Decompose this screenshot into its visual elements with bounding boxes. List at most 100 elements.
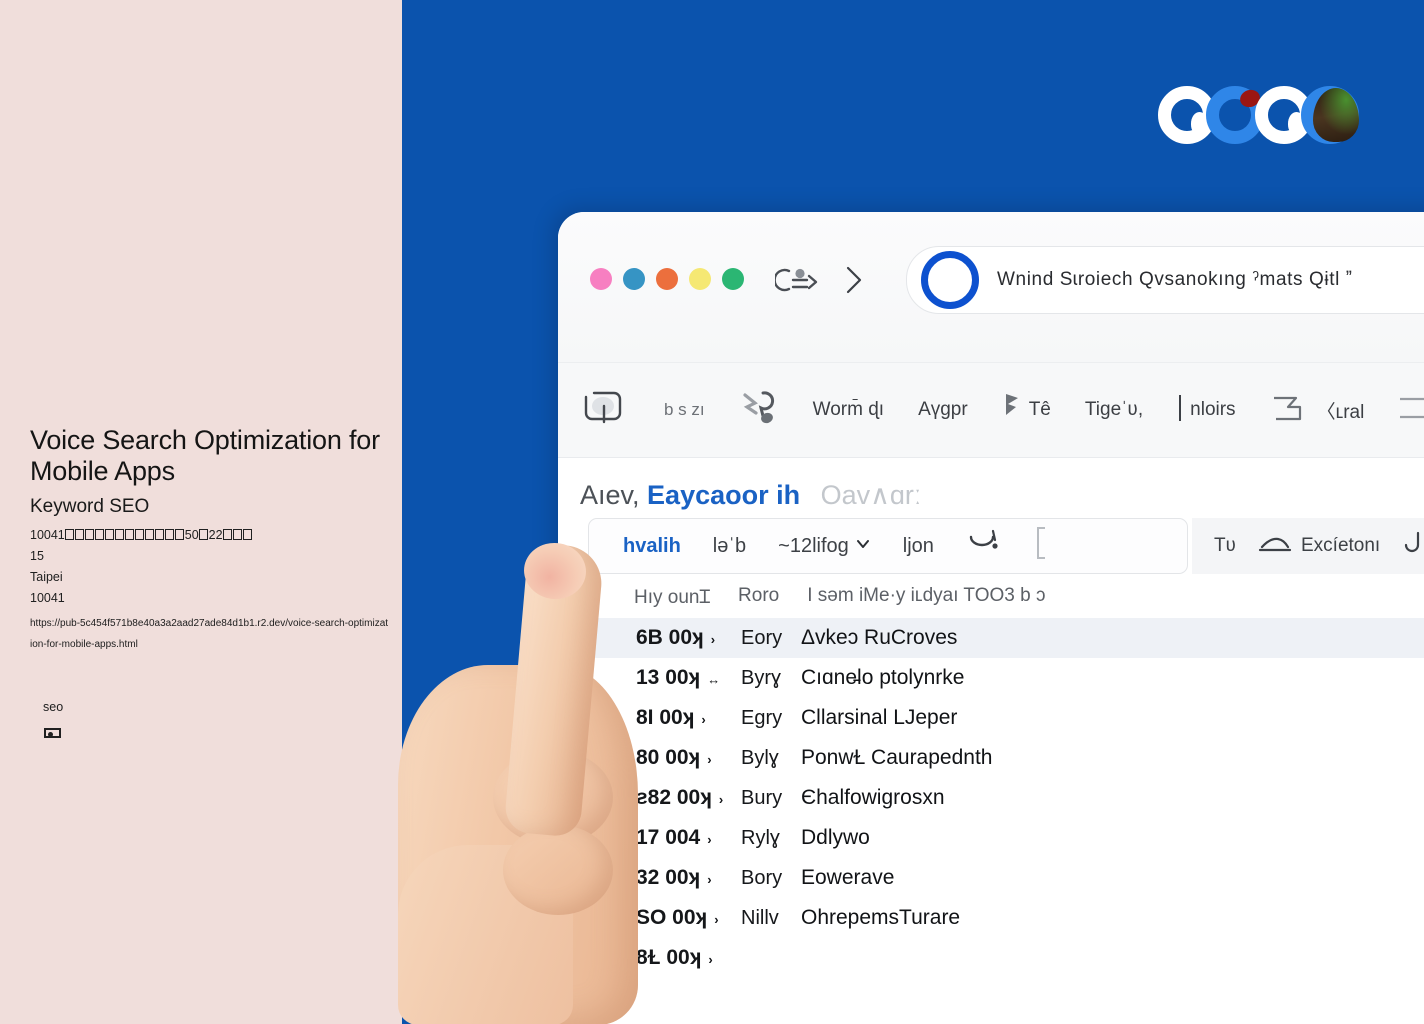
row-keyword: Bury: [741, 786, 783, 809]
tofu-box: [75, 529, 85, 540]
toolbar-item-7-label: Tigeˈʋ,: [1084, 399, 1144, 420]
filter-tab-4-label: ljon: [902, 534, 934, 557]
tofu-box: [165, 529, 175, 540]
filter-right-1[interactable]: Tʋ: [1214, 535, 1236, 557]
row-volume-cell: 32 00ʞ ›: [636, 866, 741, 890]
address-bar-text: Wnind Sɩroiech Qvsanokıng ˀmats Qɨtl ˮ: [997, 269, 1353, 290]
tofu-box: [125, 529, 135, 540]
table-row[interactable]: 6B 00ʞ › Eory Δvkeɔ RuCroves: [558, 618, 1424, 658]
meta-tag: seo: [43, 700, 64, 714]
tofu-box: [145, 529, 155, 540]
address-mid2: 22: [208, 528, 223, 542]
table-row[interactable]: 17 004 › Rylɣ Ddlywo: [558, 818, 1424, 858]
filter-tab-6[interactable]: [1034, 525, 1048, 567]
left-meta-panel: Voice Search Optimization for Mobile App…: [0, 0, 402, 1024]
row-description: Ddlywo: [801, 826, 870, 849]
filter-tab-3[interactable]: ~12lifog: [778, 535, 871, 558]
page-title: Voice Search Optimization for Mobile App…: [30, 425, 380, 486]
row-arrow-icon: ›: [710, 632, 716, 647]
content-area: Aıev, Eaycaoor ih Oav∧ɑrː hvalih ləˈb ~1…: [558, 458, 1424, 1024]
row-arrow-icon: ›: [701, 712, 706, 727]
chevron-right-icon[interactable]: [841, 264, 867, 296]
tofu-box: [95, 529, 105, 540]
tofu-box: [223, 529, 233, 540]
blue-ring-icon: [921, 251, 979, 309]
small-hook-icon: [586, 582, 606, 610]
row-description: PonwⱢ Caurapednth: [801, 746, 993, 769]
tofu-box: [233, 529, 243, 540]
filter-tab-2-label: ləˈb: [712, 534, 747, 557]
tofu-box: [199, 529, 209, 540]
toolbar-item-5[interactable]: Aүgpr: [918, 399, 968, 421]
filter-tab-active[interactable]: hvalih: [623, 535, 681, 558]
window-dot-orange[interactable]: [656, 268, 678, 290]
toolbar-item-1[interactable]: [578, 387, 630, 434]
table-row[interactable]: 13 00ʞ ↔ Byrɣ Cıɑne̵lo ptolynrke: [558, 658, 1424, 698]
row-keyword: Bory: [741, 866, 783, 889]
filter-tab-2[interactable]: ləˈb: [713, 535, 746, 558]
tofu-box: [105, 529, 115, 540]
toolbar-item-8[interactable]: nloirs: [1177, 393, 1236, 428]
rect-glyph-icon: [1398, 391, 1424, 430]
window-dot-blue[interactable]: [623, 268, 645, 290]
address-mid: 50: [184, 528, 199, 542]
filter-tab-5[interactable]: [966, 527, 1002, 565]
section-heading: Aıev, Eaycaoor ih Oav∧ɑrː: [580, 480, 921, 511]
toolbar-item-9-label: 〈ʟral: [1316, 401, 1365, 423]
row-volume-cell: 6B 00ʞ ›: [636, 626, 741, 650]
toolbar-item-4[interactable]: Worm̄ ɖı: [813, 399, 884, 421]
window-dot-yellow[interactable]: [689, 268, 711, 290]
table-row[interactable]: 80 00ʞ › Bylɣ PonwⱢ Caurapednth: [558, 738, 1424, 778]
city-line: Taipei: [30, 570, 63, 584]
table-row[interactable]: ƨ82 00ʞ › Bury Єhalfowigrosxn: [558, 778, 1424, 818]
toolbar-item-4-label: Worm̄ ɖı: [812, 399, 885, 420]
filter-right-2-label: Excíetonı: [1301, 535, 1381, 556]
toolbar-item-3[interactable]: [739, 387, 779, 434]
back-navigation-icon[interactable]: [773, 267, 821, 293]
table-row[interactable]: 32 00ʞ › Bory Eowerave: [558, 858, 1424, 898]
row-volume: 6B 00ʞ: [636, 626, 704, 649]
toolbar: b s zı Worm̄ ɖı Aүgpr Tê Tigeˈʋ, nloirs …: [558, 363, 1424, 458]
tofu-box: [85, 529, 95, 540]
window-dot-green[interactable]: [722, 268, 744, 290]
row-volume: 32 00ʞ: [636, 866, 701, 889]
toolbar-item-2-label: b s zı: [664, 400, 705, 419]
subheader-item-1: Hıy ounꞮ: [634, 587, 711, 608]
table-row[interactable]: SO 00ʞ › Nillv OhrepemsTurare: [558, 898, 1424, 938]
source-url[interactable]: https://pub-5c454f571b8e40a3a2aad27ade84…: [30, 613, 390, 655]
toolbar-item-6[interactable]: Tê: [1002, 391, 1051, 430]
page-subtitle: Keyword SEO: [30, 496, 150, 517]
row-arrow-icon: ›: [708, 952, 713, 967]
table-row[interactable]: 8Ɫ 00ʞ ›: [558, 938, 1424, 978]
filter-right-3[interactable]: [1402, 530, 1424, 562]
row-keyword: Nillv: [741, 906, 779, 929]
filter-tab-3-label: ~12lifog: [778, 534, 849, 557]
filter-tab-4[interactable]: ljon: [903, 535, 934, 558]
toolbar-item-10[interactable]: [1398, 391, 1424, 430]
toolbar-item-9[interactable]: 〈ʟral: [1270, 391, 1365, 430]
row-volume-cell: 13 00ʞ ↔: [636, 666, 741, 690]
toolbar-item-2[interactable]: b s zı: [664, 400, 705, 420]
row-keyword: Egry: [741, 706, 783, 729]
toolbar-item-7[interactable]: Tigeˈʋ,: [1085, 399, 1143, 421]
row-arrow-icon: ›: [707, 872, 712, 887]
filter-tab-active-label: hvalih: [623, 534, 681, 557]
heading-part-dark: Aıev,: [580, 480, 640, 510]
row-description: Єhalfowigrosxn: [801, 786, 945, 809]
address-prefix: 10041: [30, 528, 65, 542]
number-line: 15: [30, 549, 44, 563]
row-keyword: Rylɣ: [741, 826, 780, 849]
row-volume: 17 004: [636, 826, 701, 849]
filter-right-2[interactable]: Excíetonı: [1258, 531, 1380, 561]
address-bar[interactable]: Wnind Sɩroiech Qvsanokıng ˀmats Qɨtl ˮ: [906, 246, 1424, 314]
tofu-box: [115, 529, 125, 540]
table-row[interactable]: 8I 00ʞ › Egry Cllarsinal LJeper: [558, 698, 1424, 738]
window-controls[interactable]: [590, 268, 744, 290]
window-dot-pink[interactable]: [590, 268, 612, 290]
bracket-tall-icon: [1034, 525, 1048, 567]
subheader: Hıy ounꞮ Roro I səm iMe·y iʟdyaı TOO3 b …: [586, 582, 1424, 610]
toolbar-item-5-label: Aүgpr: [918, 399, 968, 420]
search-engine-logo: [1158, 80, 1363, 152]
row-volume-cell: 17 004 ›: [636, 826, 741, 850]
rounded-square-glyph-icon: [578, 387, 630, 434]
